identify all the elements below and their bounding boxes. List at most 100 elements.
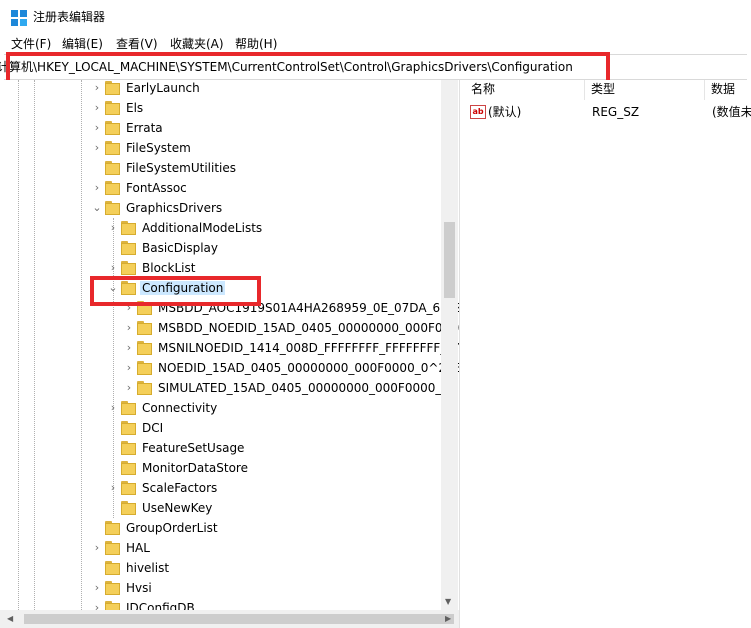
folder-icon (105, 581, 121, 595)
chevron-right-icon[interactable]: › (91, 601, 103, 610)
tree-item[interactable]: hivelist (0, 558, 440, 578)
values-list-pane[interactable]: 名称 类型 数据 ab (默认) REG_SZ (数值未 (465, 80, 751, 628)
chevron-right-icon[interactable]: › (107, 481, 119, 495)
chevron-right-icon[interactable]: › (91, 101, 103, 115)
tree-item[interactable]: › Connectivity (0, 398, 440, 418)
folder-icon (121, 501, 137, 515)
chevron-right-icon[interactable]: › (107, 261, 119, 275)
tree-item[interactable]: › Hvsi (0, 578, 440, 598)
tree-item-label: FeatureSetUsage (142, 441, 245, 455)
scroll-down-arrow-icon[interactable]: ▼ (445, 597, 451, 607)
tree-item-label: GraphicsDrivers (126, 201, 223, 215)
column-header-data[interactable]: 数据 (705, 80, 751, 100)
value-row[interactable]: ab (默认) REG_SZ (数值未 (465, 102, 751, 122)
tree-item[interactable]: › FileSystem (0, 138, 440, 158)
tree-item-label: Els (126, 101, 144, 115)
tree-item[interactable]: › BlockList (0, 258, 440, 278)
menu-favorites[interactable]: 收藏夹(A) (170, 36, 224, 52)
column-header-name[interactable]: 名称 (465, 80, 585, 100)
tree-item[interactable]: › EarlyLaunch (0, 80, 440, 98)
tree-item-label: NOEDID_15AD_0405_00000000_000F0000_0^20E (158, 361, 459, 375)
tree-item-label: GroupOrderList (126, 521, 218, 535)
tree-item[interactable]: › AdditionalModeLists (0, 218, 440, 238)
tree-item[interactable]: › SIMULATED_15AD_0405_00000000_000F0000_0… (0, 378, 459, 398)
tree-item[interactable]: › MSNILNOEDID_1414_008D_FFFFFFFF_FFFFFFFF… (0, 338, 459, 358)
tree-item-label: DCI (142, 421, 164, 435)
tree-item-label: FileSystemUtilities (126, 161, 236, 175)
tree-item[interactable]: FeatureSetUsage (0, 438, 440, 458)
folder-icon (105, 521, 121, 535)
chevron-right-icon[interactable]: › (91, 141, 103, 155)
folder-icon (121, 221, 137, 235)
folder-icon (137, 341, 153, 355)
tree-item[interactable]: UseNewKey (0, 498, 440, 518)
scroll-right-arrow-icon[interactable]: ▶ (445, 614, 451, 624)
chevron-right-icon[interactable]: › (91, 581, 103, 595)
folder-icon (105, 601, 121, 610)
folder-icon (105, 121, 121, 135)
tree-item[interactable]: › NOEDID_15AD_0405_00000000_000F0000_0^20… (0, 358, 459, 378)
selected-key-highlight-box (90, 276, 261, 306)
chevron-down-icon[interactable]: ⌄ (91, 201, 103, 215)
tree-item[interactable]: › Errata (0, 118, 440, 138)
chevron-right-icon[interactable]: › (123, 381, 135, 395)
menu-view[interactable]: 查看(V) (116, 36, 158, 52)
folder-icon (105, 81, 121, 95)
menu-edit[interactable]: 编辑(E) (62, 36, 103, 52)
chevron-right-icon[interactable]: › (91, 181, 103, 195)
folder-icon (121, 421, 137, 435)
tree-item-label: HAL (126, 541, 150, 555)
folder-icon (105, 181, 121, 195)
tree-item[interactable]: ⌄ GraphicsDrivers (0, 198, 440, 218)
tree-vertical-scrollbar[interactable] (441, 80, 458, 610)
tree-item-label: ScaleFactors (142, 481, 218, 495)
folder-icon (105, 541, 121, 555)
menu-file[interactable]: 文件(F) (11, 36, 51, 52)
folder-icon (105, 561, 121, 575)
chevron-right-icon[interactable]: › (91, 541, 103, 555)
tree-item[interactable]: › FontAssoc (0, 178, 440, 198)
string-value-icon: ab (470, 105, 486, 119)
chevron-right-icon[interactable]: › (107, 221, 119, 235)
folder-icon (105, 161, 121, 175)
tree-item[interactable]: MonitorDataStore (0, 458, 440, 478)
tree-vertical-scroll-thumb[interactable] (444, 222, 455, 298)
tree-item[interactable]: › Els (0, 98, 440, 118)
tree-item[interactable]: BasicDisplay (0, 238, 440, 258)
window-title: 注册表编辑器 (33, 10, 106, 24)
tree-item[interactable]: FileSystemUtilities (0, 158, 440, 178)
folder-icon (121, 441, 137, 455)
chevron-right-icon[interactable]: › (91, 121, 103, 135)
value-type: REG_SZ (592, 105, 640, 119)
tree-item[interactable]: › IDConfigDB (0, 598, 440, 610)
chevron-right-icon[interactable]: › (107, 401, 119, 415)
tree-pane[interactable]: › EarlyLaunch › Els › Errata › FileSystem FileSy… (0, 80, 459, 610)
tree-item-label: BlockList (142, 261, 196, 275)
folder-icon (121, 461, 137, 475)
tree-item-label: hivelist (126, 561, 170, 575)
column-header-type[interactable]: 类型 (585, 80, 705, 100)
tree-item-label: EarlyLaunch (126, 81, 200, 95)
tree-horizontal-scroll-thumb[interactable] (24, 614, 454, 624)
folder-icon (105, 101, 121, 115)
chevron-right-icon[interactable]: › (123, 341, 135, 355)
folder-icon (137, 321, 153, 335)
folder-icon (121, 261, 137, 275)
chevron-right-icon[interactable]: › (123, 361, 135, 375)
tree-item[interactable]: › ScaleFactors (0, 478, 440, 498)
tree-item[interactable]: GroupOrderList (0, 518, 440, 538)
tree-item-label: MSNILNOEDID_1414_008D_FFFFFFFF_FFFFFFFF_… (158, 341, 459, 355)
tree-item[interactable]: › HAL (0, 538, 440, 558)
tree-item-label: BasicDisplay (142, 241, 219, 255)
tree-item[interactable]: › MSBDD_NOEDID_15AD_0405_00000000_000F000… (0, 318, 459, 338)
tree-item-label: UseNewKey (142, 501, 213, 515)
scroll-left-arrow-icon[interactable]: ◀ (7, 614, 13, 624)
chevron-right-icon[interactable]: › (123, 321, 135, 335)
tree-item[interactable]: DCI (0, 418, 440, 438)
chevron-right-icon[interactable]: › (91, 81, 103, 95)
tree-item-label: Hvsi (126, 581, 152, 595)
title-bar: 注册表编辑器 (0, 0, 751, 34)
tree-item-label: FontAssoc (126, 181, 187, 195)
tree-item-label: MSBDD_NOEDID_15AD_0405_00000000_000F0000 (158, 321, 459, 335)
menu-help[interactable]: 帮助(H) (235, 36, 277, 52)
